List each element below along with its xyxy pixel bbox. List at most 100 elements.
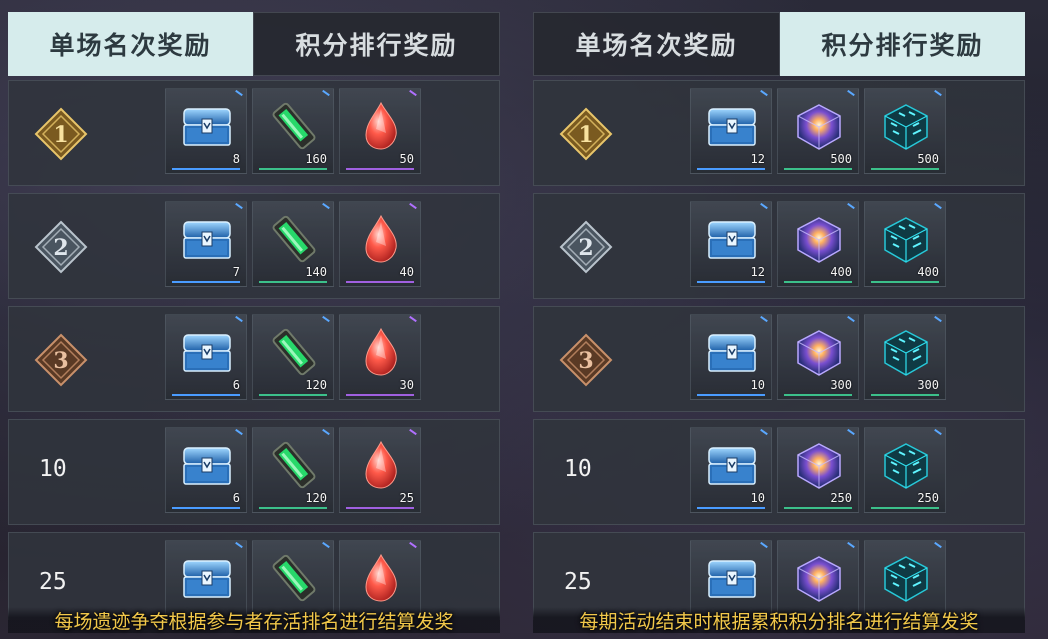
reward-slot[interactable]: 500 xyxy=(777,88,859,174)
reward-slot[interactable]: 120 xyxy=(252,314,334,400)
reward-quantity: 400 xyxy=(830,265,852,279)
rank-badge-icon: 1 xyxy=(558,106,614,162)
reward-slot[interactable]: 10 xyxy=(690,314,772,400)
reward-quantity: 300 xyxy=(917,378,939,392)
reward-quantity: 30 xyxy=(399,378,414,392)
reward-quantity: 8 xyxy=(232,152,240,166)
rarity-corner-mark xyxy=(847,202,855,210)
reward-slot[interactable]: 250 xyxy=(777,427,859,513)
rarity-corner-mark xyxy=(847,89,855,97)
svg-text:1: 1 xyxy=(53,122,68,148)
cyan-circuit-cube-icon xyxy=(877,438,935,492)
reward-quantity: 250 xyxy=(830,491,852,505)
rarity-corner-mark xyxy=(322,541,330,549)
tab-points-ranking-rewards[interactable]: 积分排行奖励 xyxy=(253,12,500,76)
reward-row: 1 8 160 50 xyxy=(8,80,500,186)
reward-list[interactable]: 1 8 160 50 2 7 140 40 3 6 120 30 10 6 12… xyxy=(8,80,500,620)
blue-chest-icon xyxy=(178,325,236,379)
rarity-bar xyxy=(871,168,939,170)
reward-slot[interactable]: 300 xyxy=(777,314,859,400)
reward-quantity: 10 xyxy=(750,491,765,505)
green-crystal-shard-icon xyxy=(265,551,323,605)
rarity-corner-mark xyxy=(235,202,243,210)
reward-slot[interactable]: 160 xyxy=(252,88,334,174)
glowing-cube-icon xyxy=(790,99,848,153)
red-gem-icon xyxy=(352,325,410,379)
reward-quantity: 10 xyxy=(750,378,765,392)
rarity-corner-mark xyxy=(409,428,417,436)
reward-slot[interactable]: 140 xyxy=(252,201,334,287)
reward-slot[interactable]: 30 xyxy=(339,314,421,400)
reward-slot[interactable]: 250 xyxy=(864,427,946,513)
rank-label: 10 xyxy=(39,456,67,482)
cyan-circuit-cube-icon xyxy=(877,551,935,605)
rarity-corner-mark xyxy=(322,89,330,97)
blue-chest-icon xyxy=(178,551,236,605)
reward-quantity: 500 xyxy=(830,152,852,166)
reward-quantity: 400 xyxy=(917,265,939,279)
rarity-corner-mark xyxy=(847,541,855,549)
tab-points-ranking-rewards[interactable]: 积分排行奖励 xyxy=(780,12,1025,76)
rarity-bar xyxy=(346,394,414,396)
tab-single-match-rank-rewards[interactable]: 单场名次奖励 xyxy=(533,12,780,76)
reward-slot[interactable]: 50 xyxy=(339,88,421,174)
points-ranking-rewards-panel: 单场名次奖励 积分排行奖励 1 12 500 500 2 12 400 400 … xyxy=(533,12,1025,639)
reward-slot[interactable]: 6 xyxy=(165,427,247,513)
reward-list[interactable]: 1 12 500 500 2 12 400 400 3 10 300 300 10 xyxy=(533,80,1025,620)
reward-slot[interactable]: 40 xyxy=(339,201,421,287)
blue-chest-icon xyxy=(178,438,236,492)
tab-bar: 单场名次奖励 积分排行奖励 xyxy=(8,12,500,76)
rank-badge-icon: 3 xyxy=(33,332,89,388)
reward-slot[interactable]: 10 xyxy=(690,427,772,513)
reward-quantity: 140 xyxy=(305,265,327,279)
rarity-corner-mark xyxy=(760,315,768,323)
rarity-corner-mark xyxy=(934,89,942,97)
reward-slot[interactable]: 12 xyxy=(690,201,772,287)
rarity-corner-mark xyxy=(934,315,942,323)
reward-slot[interactable]: 120 xyxy=(252,427,334,513)
single-match-rewards-panel: 单场名次奖励 积分排行奖励 1 8 160 50 2 7 140 40 3 6 xyxy=(8,12,500,639)
reward-slot[interactable]: 400 xyxy=(777,201,859,287)
rarity-corner-mark xyxy=(934,541,942,549)
reward-quantity: 120 xyxy=(305,378,327,392)
reward-slot[interactable]: 500 xyxy=(864,88,946,174)
rarity-bar xyxy=(697,507,765,509)
blue-chest-icon xyxy=(703,99,761,153)
rarity-corner-mark xyxy=(760,89,768,97)
blue-chest-icon xyxy=(703,325,761,379)
reward-slot[interactable]: 8 xyxy=(165,88,247,174)
reward-slot[interactable]: 12 xyxy=(690,88,772,174)
reward-quantity: 25 xyxy=(399,491,414,505)
rarity-bar xyxy=(172,168,240,170)
reward-slot[interactable]: 25 xyxy=(339,427,421,513)
reward-slot[interactable]: 7 xyxy=(165,201,247,287)
rarity-corner-mark xyxy=(934,428,942,436)
reward-row: 3 10 300 300 xyxy=(533,306,1025,412)
rarity-bar xyxy=(346,168,414,170)
reward-row: 10 6 120 25 xyxy=(8,419,500,525)
rank-badge-icon: 1 xyxy=(33,106,89,162)
rank-label: 25 xyxy=(39,569,67,595)
reward-slot[interactable]: 400 xyxy=(864,201,946,287)
cyan-circuit-cube-icon xyxy=(877,325,935,379)
rules-note: 每场遗迹争夺根据参与者存活排名进行结算发奖 xyxy=(8,607,500,633)
reward-quantity: 50 xyxy=(399,152,414,166)
rarity-corner-mark xyxy=(235,89,243,97)
cyan-circuit-cube-icon xyxy=(877,99,935,153)
rarity-corner-mark xyxy=(847,315,855,323)
reward-quantity: 7 xyxy=(232,265,240,279)
rarity-bar xyxy=(784,281,852,283)
blue-chest-icon xyxy=(703,551,761,605)
reward-slot[interactable]: 6 xyxy=(165,314,247,400)
tab-single-match-rank-rewards[interactable]: 单场名次奖励 xyxy=(8,12,253,76)
green-crystal-shard-icon xyxy=(265,438,323,492)
rarity-corner-mark xyxy=(409,89,417,97)
reward-slot[interactable]: 300 xyxy=(864,314,946,400)
svg-text:1: 1 xyxy=(578,122,593,148)
rarity-corner-mark xyxy=(409,202,417,210)
red-gem-icon xyxy=(352,438,410,492)
reward-quantity: 300 xyxy=(830,378,852,392)
tab-bar: 单场名次奖励 积分排行奖励 xyxy=(533,12,1025,76)
reward-row: 1 12 500 500 xyxy=(533,80,1025,186)
svg-text:3: 3 xyxy=(578,348,593,374)
